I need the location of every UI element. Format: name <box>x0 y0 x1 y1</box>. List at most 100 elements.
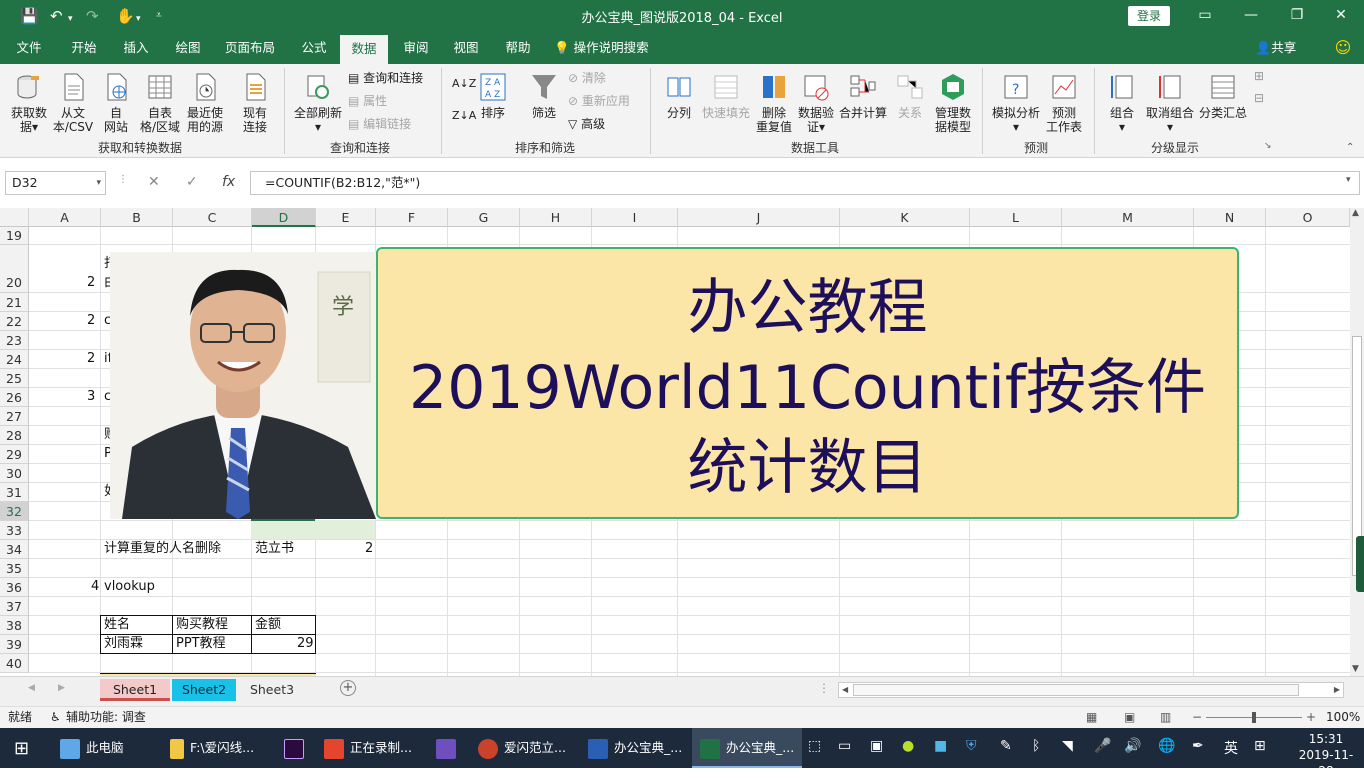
column-header[interactable]: F <box>376 208 448 227</box>
tab-help[interactable]: 帮助 <box>496 32 540 64</box>
page-break-view-icon[interactable]: ▥ <box>1160 707 1171 728</box>
reapply-button[interactable]: ⊘ 重新应用 <box>568 93 630 109</box>
properties-button[interactable]: ▤ 属性 <box>348 93 387 109</box>
row-header[interactable]: 24 <box>0 350 29 369</box>
row-header[interactable]: 33 <box>0 521 29 540</box>
ribbon-display-icon[interactable]: ▭ <box>1190 4 1220 26</box>
cell-d34[interactable]: 范立书 <box>255 540 294 558</box>
column-header[interactable]: O <box>1266 208 1350 227</box>
cell-a36[interactable]: 4 <box>91 578 99 596</box>
ime-indicator[interactable]: 英 <box>1224 738 1238 758</box>
tab-review[interactable]: 审阅 <box>394 32 438 64</box>
clock[interactable]: 15:31 2019-11-28 <box>1296 731 1356 779</box>
cell-d39[interactable]: 29 <box>297 635 314 653</box>
filter-button[interactable]: 筛选 <box>526 72 562 120</box>
scroll-down-icon[interactable]: ▼ <box>1352 664 1359 674</box>
cell-a20[interactable]: 2 <box>87 274 95 292</box>
maximize-icon[interactable]: ❐ <box>1282 4 1312 26</box>
from-web-button[interactable]: 自网站 <box>98 72 134 134</box>
taskbar-item-powerpoint[interactable]: 爱闪范立... <box>478 728 566 768</box>
scroll-up-icon[interactable]: ▲ <box>1352 208 1359 218</box>
tray-tool-icon[interactable]: ✎ <box>1000 738 1012 754</box>
cell-d38[interactable]: 金额 <box>255 616 281 634</box>
wifi-icon[interactable]: ◥ <box>1062 738 1073 754</box>
row-header[interactable]: 23 <box>0 331 29 350</box>
prev-sheet-icon[interactable]: ◀ <box>28 683 35 693</box>
column-header[interactable]: J <box>678 208 840 227</box>
share-button[interactable]: 👤共享 <box>1252 32 1300 64</box>
row-header[interactable]: 27 <box>0 407 29 426</box>
cell-b36[interactable]: vlookup <box>104 578 155 596</box>
close-icon[interactable]: ✕ <box>1326 4 1356 26</box>
subtotal-button[interactable]: 分类汇总 <box>1198 72 1248 120</box>
tab-formulas[interactable]: 公式 <box>292 32 336 64</box>
cell-a22[interactable]: 2 <box>87 312 95 330</box>
taskbar-item-recorder[interactable]: 正在录制... <box>324 728 412 768</box>
get-data-button[interactable]: 获取数 据▾ <box>8 72 50 134</box>
sheet-tab-1[interactable]: Sheet1 <box>100 679 170 701</box>
column-header[interactable]: E <box>316 208 376 227</box>
column-header[interactable]: G <box>448 208 520 227</box>
horizontal-scrollbar[interactable]: ◀ ▶ <box>838 682 1344 698</box>
edit-links-button[interactable]: ▤ 编辑链接 <box>348 116 411 132</box>
ime-mode-icon[interactable]: ⊞ <box>1254 738 1266 754</box>
taskbar-item-word[interactable]: 办公宝典_... <box>588 728 682 768</box>
row-header[interactable]: 20 <box>0 245 29 293</box>
tab-page-layout[interactable]: 页面布局 <box>218 32 282 64</box>
column-header[interactable]: I <box>592 208 678 227</box>
ungroup-button[interactable]: 取消组合 ▾ <box>1144 72 1196 134</box>
text-to-columns-button[interactable]: 分列 <box>660 72 698 120</box>
forecast-sheet-button[interactable]: 预测 工作表 <box>1044 72 1084 134</box>
tray-green-icon[interactable]: ● <box>902 738 914 754</box>
scroll-left-icon[interactable]: ◀ <box>842 685 848 694</box>
zoom-level[interactable]: 100% <box>1326 707 1360 728</box>
cell-c39[interactable]: PPT教程 <box>176 635 226 653</box>
row-header[interactable]: 25 <box>0 369 29 388</box>
sheet-tab-2[interactable]: Sheet2 <box>172 679 236 701</box>
from-table-button[interactable]: 自表 格/区域 <box>138 72 182 134</box>
taskbar-item-explorer[interactable]: F:\爱闪线... <box>170 728 254 768</box>
clear-filter-button[interactable]: ⊘ 清除 <box>568 70 606 86</box>
bluetooth-icon[interactable]: ᛒ <box>1032 738 1040 754</box>
tab-file[interactable]: 文件 <box>8 32 50 64</box>
column-header[interactable]: M <box>1062 208 1194 227</box>
row-header[interactable]: 32 <box>0 502 29 521</box>
cell-e34[interactable]: 2 <box>365 540 373 558</box>
row-header[interactable]: 35 <box>0 559 29 578</box>
row-header[interactable]: 38 <box>0 616 29 635</box>
row-header[interactable]: 28 <box>0 426 29 445</box>
column-header[interactable]: K <box>840 208 970 227</box>
collapse-ribbon-icon[interactable]: ⌃ <box>1346 140 1354 156</box>
microphone-icon[interactable]: 🎤 <box>1094 738 1111 754</box>
enter-icon[interactable]: ✓ <box>186 174 198 190</box>
sort-za-icon[interactable]: Z↓A <box>452 108 476 124</box>
column-header[interactable]: N <box>1194 208 1266 227</box>
row-header[interactable]: 26 <box>0 388 29 407</box>
cell-b34[interactable]: 计算重复的人名删除 <box>104 540 221 558</box>
column-header[interactable]: D <box>252 208 316 227</box>
tab-data[interactable]: 数据 <box>340 35 388 64</box>
hide-detail-icon[interactable]: ⊟ <box>1254 90 1264 106</box>
zoom-in-icon[interactable]: + <box>1306 707 1316 728</box>
tab-view[interactable]: 视图 <box>444 32 488 64</box>
cell-b38[interactable]: 姓名 <box>104 616 130 634</box>
sort-button[interactable]: Z A A Z 排序 <box>476 72 510 120</box>
consolidate-button[interactable]: 合并计算 <box>838 72 888 120</box>
taskbar-item-vs[interactable] <box>436 728 462 768</box>
tray-app-icon[interactable]: ⬚ <box>808 738 821 754</box>
row-header[interactable]: 19 <box>0 227 29 245</box>
flash-fill-button[interactable]: 快速填充 <box>700 72 752 120</box>
smiley-icon[interactable]: ☺ <box>1330 32 1356 64</box>
column-header[interactable]: A <box>29 208 101 227</box>
cell-a24[interactable]: 2 <box>87 350 95 368</box>
h-scroll-thumb[interactable] <box>853 684 1299 696</box>
expand-formula-icon[interactable]: ▾ <box>1346 175 1351 185</box>
dialog-launcher-icon[interactable]: ↘ <box>1264 138 1272 154</box>
row-header[interactable]: 22 <box>0 312 29 331</box>
sort-az-icon[interactable]: A↓Z <box>452 76 476 92</box>
row-header[interactable]: 31 <box>0 483 29 502</box>
accessibility-status[interactable]: 辅助功能: 调查 <box>66 707 146 728</box>
row-header[interactable]: 39 <box>0 635 29 654</box>
pen-icon[interactable]: ✒ <box>1192 738 1204 754</box>
remove-duplicates-button[interactable]: 删除 重复值 <box>754 72 794 134</box>
